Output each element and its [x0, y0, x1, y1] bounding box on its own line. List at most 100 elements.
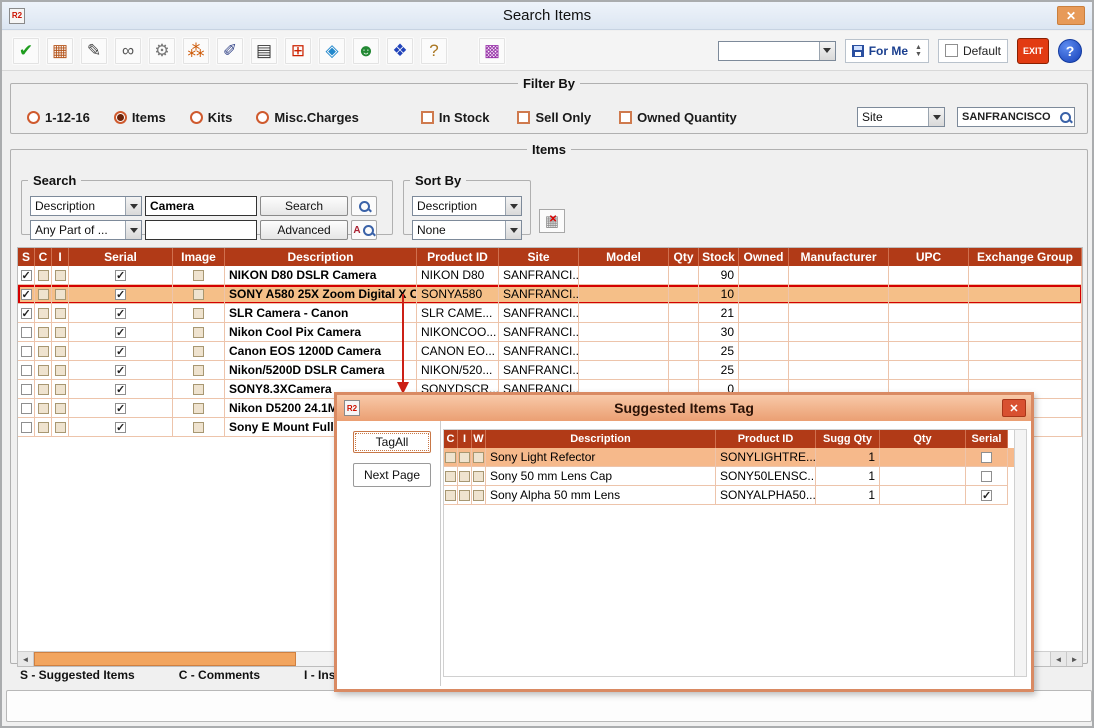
schedule-icon[interactable]: ▤	[250, 37, 278, 65]
edit-line-icon[interactable]: ✎	[80, 37, 108, 65]
instructions-checkbox[interactable]	[55, 422, 66, 433]
comments-checkbox[interactable]	[38, 422, 49, 433]
radio-icon[interactable]	[27, 111, 40, 124]
sort-secondary-combobox[interactable]: None	[412, 220, 522, 240]
column-header[interactable]: UPC	[889, 248, 969, 266]
suggested-checkbox[interactable]	[21, 384, 32, 395]
comments-checkbox[interactable]	[38, 346, 49, 357]
combo-arrow-icon[interactable]	[125, 221, 141, 239]
search-button[interactable]: Search	[260, 196, 348, 216]
table-row[interactable]: SONY A580 25X Zoom Digital X C... SONYA5…	[18, 285, 1082, 304]
serial-checkbox[interactable]	[115, 422, 126, 433]
site-combobox[interactable]: Site	[857, 107, 945, 127]
spheres-help-icon[interactable]: ⁂	[182, 37, 210, 65]
search-lookup-button[interactable]	[351, 196, 377, 216]
column-header[interactable]: Description	[486, 430, 716, 448]
image-checkbox[interactable]	[193, 289, 204, 300]
column-header[interactable]: W	[472, 430, 486, 448]
suggested-checkbox[interactable]	[21, 422, 32, 433]
image-checkbox[interactable]	[193, 308, 204, 319]
checkbox-icon[interactable]	[619, 111, 632, 124]
combo-arrow-icon[interactable]	[505, 221, 521, 239]
advanced-lookup-button[interactable]: A	[351, 220, 377, 240]
instructions-checkbox[interactable]	[55, 403, 66, 414]
register-icon[interactable]: ⊞	[284, 37, 312, 65]
filter-radio-item[interactable]: Items	[114, 110, 166, 125]
exit-button[interactable]: EXIT	[1017, 38, 1049, 64]
column-header[interactable]: Stock	[699, 248, 739, 266]
catalog-icon[interactable]: ❖	[386, 37, 414, 65]
column-header[interactable]: I	[458, 430, 472, 448]
column-header[interactable]: I	[52, 248, 69, 266]
image-checkbox[interactable]	[193, 403, 204, 414]
confirm-icon[interactable]: ✔	[12, 37, 40, 65]
radio-icon[interactable]	[256, 111, 269, 124]
image-checkbox[interactable]	[193, 327, 204, 338]
instructions-checkbox[interactable]	[55, 365, 66, 376]
instructions-checkbox[interactable]	[55, 346, 66, 357]
instructions-checkbox[interactable]	[55, 289, 66, 300]
serial-checkbox[interactable]	[115, 384, 126, 395]
mosaic-icon[interactable]: ▩	[478, 37, 506, 65]
column-header[interactable]: S	[18, 248, 35, 266]
column-header[interactable]: Serial	[69, 248, 173, 266]
image-checkbox[interactable]	[193, 422, 204, 433]
filter-checkbox-item[interactable]: Owned Quantity	[619, 110, 737, 125]
table-row[interactable]: Canon EOS 1200D Camera CANON EO... SANFR…	[18, 342, 1082, 361]
table-row[interactable]: SLR Camera - Canon SLR CAME... SANFRANCI…	[18, 304, 1082, 323]
customers-icon[interactable]: ☻	[352, 37, 380, 65]
column-header[interactable]: Product ID	[417, 248, 499, 266]
column-header[interactable]: Product ID	[716, 430, 816, 448]
search-field-combobox[interactable]: Description	[30, 196, 142, 216]
filter-radio-item[interactable]: 1-12-16	[27, 110, 90, 125]
image-checkbox[interactable]	[193, 384, 204, 395]
column-header[interactable]: C	[35, 248, 52, 266]
image-checkbox[interactable]	[193, 270, 204, 281]
serial-checkbox[interactable]	[115, 365, 126, 376]
spinner-arrows[interactable]: ▲▼	[915, 44, 922, 58]
combo-arrow-icon[interactable]	[505, 197, 521, 215]
serial-checkbox[interactable]	[115, 270, 126, 281]
combo-arrow-icon[interactable]	[819, 42, 835, 60]
search-text-input-2[interactable]	[145, 220, 257, 240]
combo-arrow-icon[interactable]	[928, 108, 944, 126]
note-edit-icon[interactable]: ✐	[216, 37, 244, 65]
filter-radio-item[interactable]: Misc.Charges	[256, 110, 359, 125]
column-header[interactable]: Serial	[966, 430, 1008, 448]
suggested-checkbox[interactable]	[21, 327, 32, 338]
instructions-checkbox[interactable]	[459, 471, 470, 482]
column-header[interactable]: Image	[173, 248, 225, 266]
radio-icon[interactable]	[114, 111, 127, 124]
site-lookup-field[interactable]: SANFRANCISCO	[957, 107, 1075, 127]
column-header[interactable]: Exchange Group	[969, 248, 1082, 266]
column-header[interactable]: Sugg Qty	[816, 430, 880, 448]
column-header[interactable]: Qty	[880, 430, 966, 448]
suggested-checkbox[interactable]	[21, 365, 32, 376]
column-header[interactable]: C	[444, 430, 458, 448]
column-header[interactable]: Owned	[739, 248, 789, 266]
suggested-checkbox[interactable]	[21, 289, 32, 300]
combo-arrow-icon[interactable]	[125, 197, 141, 215]
table-row[interactable]: Nikon Cool Pix Camera NIKONCOO... SANFRA…	[18, 323, 1082, 342]
clear-sort-button[interactable]: ▦	[539, 209, 565, 233]
serial-checkbox[interactable]	[981, 490, 992, 501]
suggested-checkbox[interactable]	[21, 308, 32, 319]
match-mode-combobox[interactable]: Any Part of ...	[30, 220, 142, 240]
image-checkbox[interactable]	[193, 346, 204, 357]
instructions-checkbox[interactable]	[55, 270, 66, 281]
serial-checkbox[interactable]	[115, 289, 126, 300]
price-tag-icon[interactable]: ◈	[318, 37, 346, 65]
suggested-checkbox[interactable]	[21, 270, 32, 281]
filter-checkbox-item[interactable]: Sell Only	[517, 110, 591, 125]
column-header[interactable]: Site	[499, 248, 579, 266]
filter-checkbox-item[interactable]: In Stock	[421, 110, 490, 125]
scroll-left-icon[interactable]: ◄	[1050, 652, 1066, 666]
dialog-table-row[interactable]: Sony Light Refector SONYLIGHTRE... 1	[444, 448, 1026, 467]
instructions-checkbox[interactable]	[55, 384, 66, 395]
instructions-checkbox[interactable]	[55, 308, 66, 319]
comments-checkbox[interactable]	[445, 471, 456, 482]
scroll-left-icon[interactable]: ◄	[18, 652, 34, 666]
table-row[interactable]: Nikon/5200D DSLR Camera NIKON/520... SAN…	[18, 361, 1082, 380]
comments-checkbox[interactable]	[38, 289, 49, 300]
serial-checkbox[interactable]	[115, 346, 126, 357]
